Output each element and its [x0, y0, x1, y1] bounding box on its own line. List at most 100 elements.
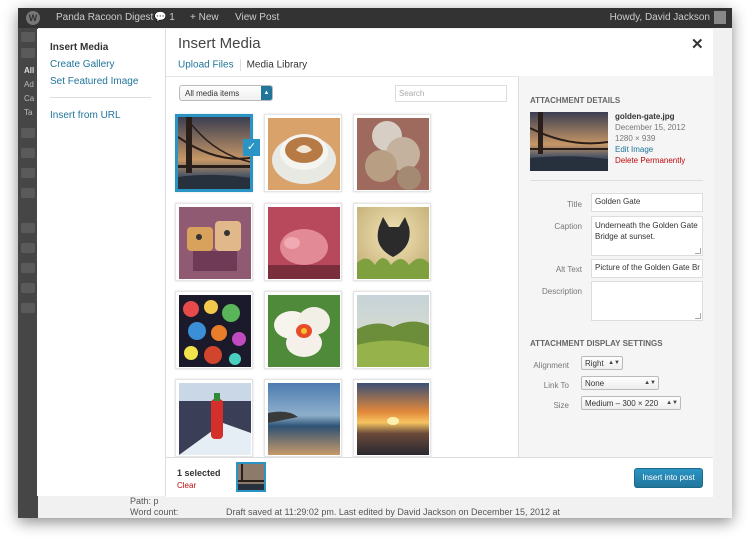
robot-toys-image [179, 207, 251, 279]
title-field[interactable]: Golden Gate [591, 193, 703, 212]
links-icon[interactable] [21, 148, 35, 158]
users-icon[interactable] [21, 263, 35, 273]
alignment-select[interactable]: Right ▲▼ [581, 356, 623, 370]
coins-image [357, 118, 429, 190]
close-icon[interactable]: ✕ [691, 35, 704, 53]
insert-into-post-button[interactable]: Insert into post [634, 468, 703, 488]
attachment-preview [530, 112, 608, 171]
selected-attachment-thumb[interactable] [236, 462, 266, 492]
attachment-coffee-latte[interactable] [264, 114, 342, 192]
attachment-details-heading: Attachment Details [530, 96, 621, 105]
caption-field[interactable]: Underneath the Golden Gate Bridge at sun… [591, 216, 703, 256]
appearance-icon[interactable] [21, 223, 35, 233]
attachment-cat[interactable] [353, 203, 431, 281]
attachment-orchid-flower[interactable] [264, 291, 342, 369]
pig-toy-image [268, 207, 340, 279]
tab-media-library[interactable]: Media Library [247, 60, 308, 71]
delete-permanently-link[interactable]: Delete Permanently [615, 156, 685, 165]
details-separator [530, 180, 703, 181]
check-icon[interactable]: ✓ [243, 139, 260, 156]
attachment-sriracha-fridge[interactable] [175, 379, 253, 457]
link-to-value: None [585, 379, 605, 388]
alignment-value: Right [585, 359, 604, 368]
menu-insert-from-url[interactable]: Insert from URL [50, 110, 121, 121]
caption-value: Underneath the Golden Gate Bridge at sun… [595, 221, 698, 241]
cat-image [357, 207, 429, 279]
edit-image-link[interactable]: Edit Image [615, 145, 653, 154]
settings-icon[interactable] [21, 303, 35, 313]
word-count-label: Word count: [130, 507, 179, 517]
media-modal: Insert Media Create Gallery Set Featured… [37, 29, 714, 497]
media-icon[interactable] [21, 128, 35, 138]
comments-link[interactable]: 💬 1 [154, 12, 175, 23]
resize-grip-icon[interactable] [695, 248, 701, 254]
new-content-link[interactable]: + New [190, 12, 219, 23]
updown-arrows-icon: ▲▼ [644, 380, 656, 386]
alt-text-field[interactable]: Picture of the Golden Gate Br [591, 259, 703, 278]
draft-status: Draft saved at 11:29:02 pm. Last edited … [226, 507, 561, 517]
description-field[interactable] [591, 281, 703, 321]
glass-bubbles-image [179, 295, 251, 367]
wordpress-logo-icon[interactable]: W [26, 11, 40, 25]
media-toolbar: 1 selected Clear Insert into post [166, 457, 713, 497]
attachment-dimensions: 1280 × 939 [615, 134, 656, 143]
dashboard-icon[interactable] [21, 32, 35, 42]
menu-label-add[interactable]: Ad [24, 80, 34, 89]
tools-icon[interactable] [21, 283, 35, 293]
menu-separator [50, 97, 151, 98]
attachment-date: December 15, 2012 [615, 123, 686, 132]
router-divider [239, 59, 241, 71]
admin-bar: W Panda Racoon Digest 💬 1 + New View Pos… [18, 8, 732, 28]
clear-selection-link[interactable]: Clear [177, 481, 196, 490]
menu-insert-media[interactable]: Insert Media [50, 42, 108, 53]
menu-label-categories[interactable]: Ca [24, 94, 34, 103]
howdy-user-link[interactable]: Howdy, David Jackson [610, 12, 710, 23]
site-name-link[interactable]: Panda Racoon Digest [56, 12, 153, 23]
media-menu: Insert Media Create Gallery Set Featured… [37, 29, 166, 496]
alignment-label: Alignment [533, 361, 569, 370]
attachment-pig-toy[interactable] [264, 203, 342, 281]
comment-bubble-icon: 💬 [154, 12, 167, 23]
attachment-coins[interactable] [353, 114, 431, 192]
ocean-sunset-image [357, 383, 429, 455]
media-router: Upload Files Media Library [178, 59, 307, 71]
display-settings-heading: Attachment Display Settings [530, 339, 663, 348]
description-label: Description [541, 287, 582, 296]
menu-label-all[interactable]: All [24, 66, 34, 75]
search-input[interactable]: Search [395, 85, 507, 102]
green-hills-image [357, 295, 429, 367]
media-filter-select[interactable]: All media items ▲ [179, 85, 273, 101]
attachment-beach-sunset[interactable] [264, 379, 342, 457]
posts-icon[interactable] [21, 48, 35, 58]
avatar[interactable] [714, 11, 726, 24]
selection-count: 1 selected [177, 468, 221, 478]
attachment-glass-bubbles[interactable] [175, 291, 253, 369]
updown-arrows-icon: ▲▼ [608, 360, 620, 366]
updown-arrows-icon: ▲ [261, 86, 272, 100]
resize-grip-icon[interactable] [695, 313, 701, 319]
plugins-icon[interactable] [21, 243, 35, 253]
sriracha-fridge-image [179, 383, 251, 455]
size-label: Size [553, 401, 569, 410]
size-select[interactable]: Medium – 300 × 220 ▲▼ [581, 396, 681, 410]
menu-create-gallery[interactable]: Create Gallery [50, 59, 114, 70]
attachment-ocean-sunset[interactable] [353, 379, 431, 457]
attachment-filename: golden-gate.jpg [615, 112, 675, 121]
plus-icon: + [190, 12, 196, 23]
menu-label-tags[interactable]: Ta [24, 108, 32, 117]
pages-icon[interactable] [21, 168, 35, 178]
attachment-details-sidebar: Attachment Details golden-gate.jpg Decem… [518, 76, 714, 457]
admin-menu: All Ad Ca Ta [18, 28, 38, 518]
attachment-green-hills[interactable] [353, 291, 431, 369]
attachments-browser: All media items ▲ Search ✓ [166, 76, 517, 458]
menu-set-featured-image[interactable]: Set Featured Image [50, 76, 138, 87]
link-to-label: Link To [543, 381, 569, 390]
attachment-golden-gate[interactable] [175, 114, 253, 192]
comments-count: 1 [169, 12, 175, 23]
alt-text-label: Alt Text [555, 265, 582, 274]
view-post-link[interactable]: View Post [235, 12, 279, 23]
attachment-robot-toys[interactable] [175, 203, 253, 281]
comments-icon[interactable] [21, 188, 35, 198]
tab-upload-files[interactable]: Upload Files [178, 60, 234, 71]
link-to-select[interactable]: None ▲▼ [581, 376, 659, 390]
